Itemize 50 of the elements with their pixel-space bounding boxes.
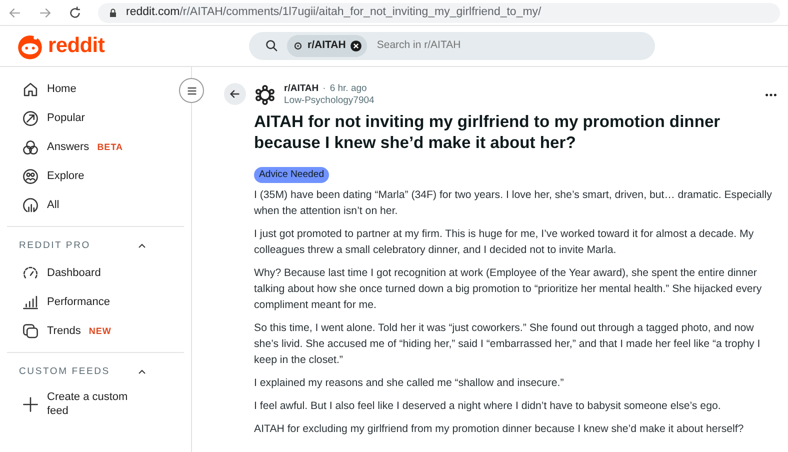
sidebar-item[interactable]: Performance [0, 288, 191, 317]
author-link[interactable]: Low-Psychology7904 [284, 95, 374, 107]
sidebar-item[interactable]: Trends NEW [0, 317, 191, 346]
subreddit-link[interactable]: r/AITAH [284, 83, 319, 95]
sidebar-item[interactable]: Popular [0, 104, 191, 133]
post-paragraph: AITAH for excluding my girlfriend from my promotion dinner because I knew she’d make it about herself? [254, 422, 745, 438]
clear-icon[interactable] [350, 40, 362, 52]
people-circle-icon [22, 168, 39, 185]
post-time: 6 hr. ago [330, 83, 367, 95]
sidebar-item[interactable]: Answers BETA [0, 133, 191, 162]
menu-button[interactable] [179, 78, 204, 103]
search-icon [264, 39, 279, 53]
post-paragraph: I feel awful. But I also feel like I deserved a night where I didn’t have to babysit someone else’s ego. [254, 399, 722, 414]
separator-dot: · [322, 83, 326, 95]
back-arrow-icon [229, 88, 241, 100]
subreddit-avatar-icon[interactable] [254, 84, 276, 106]
post-paragraph: I just got promoted to partner at my firm. This is huge for me, I’ve worked toward it for almost a decade. My colleagues threw a small celebratory dinner, and I decided not to invite Marla. [254, 227, 755, 258]
reload-icon[interactable] [68, 6, 82, 20]
bar-circle-icon [22, 197, 39, 214]
circles-icon [22, 139, 39, 156]
stacked-squares-icon [22, 323, 39, 340]
chip-label: r/AITAH [308, 38, 346, 54]
home-icon [22, 81, 39, 98]
flair-tag: Advice Needed [254, 167, 330, 184]
forward-arrow-icon[interactable] [38, 6, 52, 20]
lock-icon [108, 8, 118, 18]
back-button[interactable] [224, 83, 246, 105]
subreddit-icon [292, 40, 304, 52]
subreddit-chip[interactable]: r/AITAH [286, 35, 367, 57]
url-text: reddit.com/r/AITAH/comments/1l7ugii/aitah_for_not_inviting_my_girlfriend_to_my/ [126, 4, 542, 20]
post-title: AITAH for not inviting my girlfriend to my promotion dinner because I knew she’d make it about her? [254, 111, 722, 153]
post-paragraph: I explained my reasons and she called me “shallow and insecure.” [254, 376, 565, 392]
menu-icon [186, 84, 198, 96]
address-bar[interactable]: reddit.com/r/AITAH/comments/1l7ugii/aitah_for_not_inviting_my_girlfriend_to_my/ [98, 2, 780, 22]
back-arrow-icon[interactable] [8, 6, 22, 20]
post-paragraph: Why? Because last time I got recognition at work (Employee of the Year award), she spent the entire dinner talking about how she once turned down a big promotion to “prioritize her mental health.” She hijacked every compliment meant for me. [254, 266, 763, 314]
sidebar-item[interactable]: Dashboard [0, 259, 191, 288]
post-paragraph: So this time, I went alone. Told her it was “just coworkers.” She found out through a tagged photo, and now she’s livid. She accused me of “hiding her,” said I “embarrassed her,” and that I made her feel like “a trophy I keep in the closet.” [254, 321, 762, 368]
post-paragraph: I (35M) have been dating “Marla” (34F) for two years. I love her, she’s smart, driven, but… dramatic. Especially when the attention isn’t on her. [254, 188, 773, 220]
plus-icon [22, 396, 39, 412]
search-field[interactable]: r/AITAH Search in r/AITAH [248, 32, 655, 60]
sidebar-item[interactable]: Create a custom feed [0, 385, 191, 423]
tag-label: NEW [88, 324, 112, 338]
section-header[interactable]: REDDIT PRO [0, 233, 191, 259]
tag-label: BETA [97, 140, 124, 154]
sidebar-item[interactable]: All [0, 191, 191, 220]
section-header[interactable]: CUSTOM FEEDS [0, 359, 191, 385]
sidebar-item[interactable]: Explore [0, 162, 191, 191]
sidebar-item[interactable]: Home [0, 75, 191, 104]
bar-chart-icon [22, 294, 39, 311]
